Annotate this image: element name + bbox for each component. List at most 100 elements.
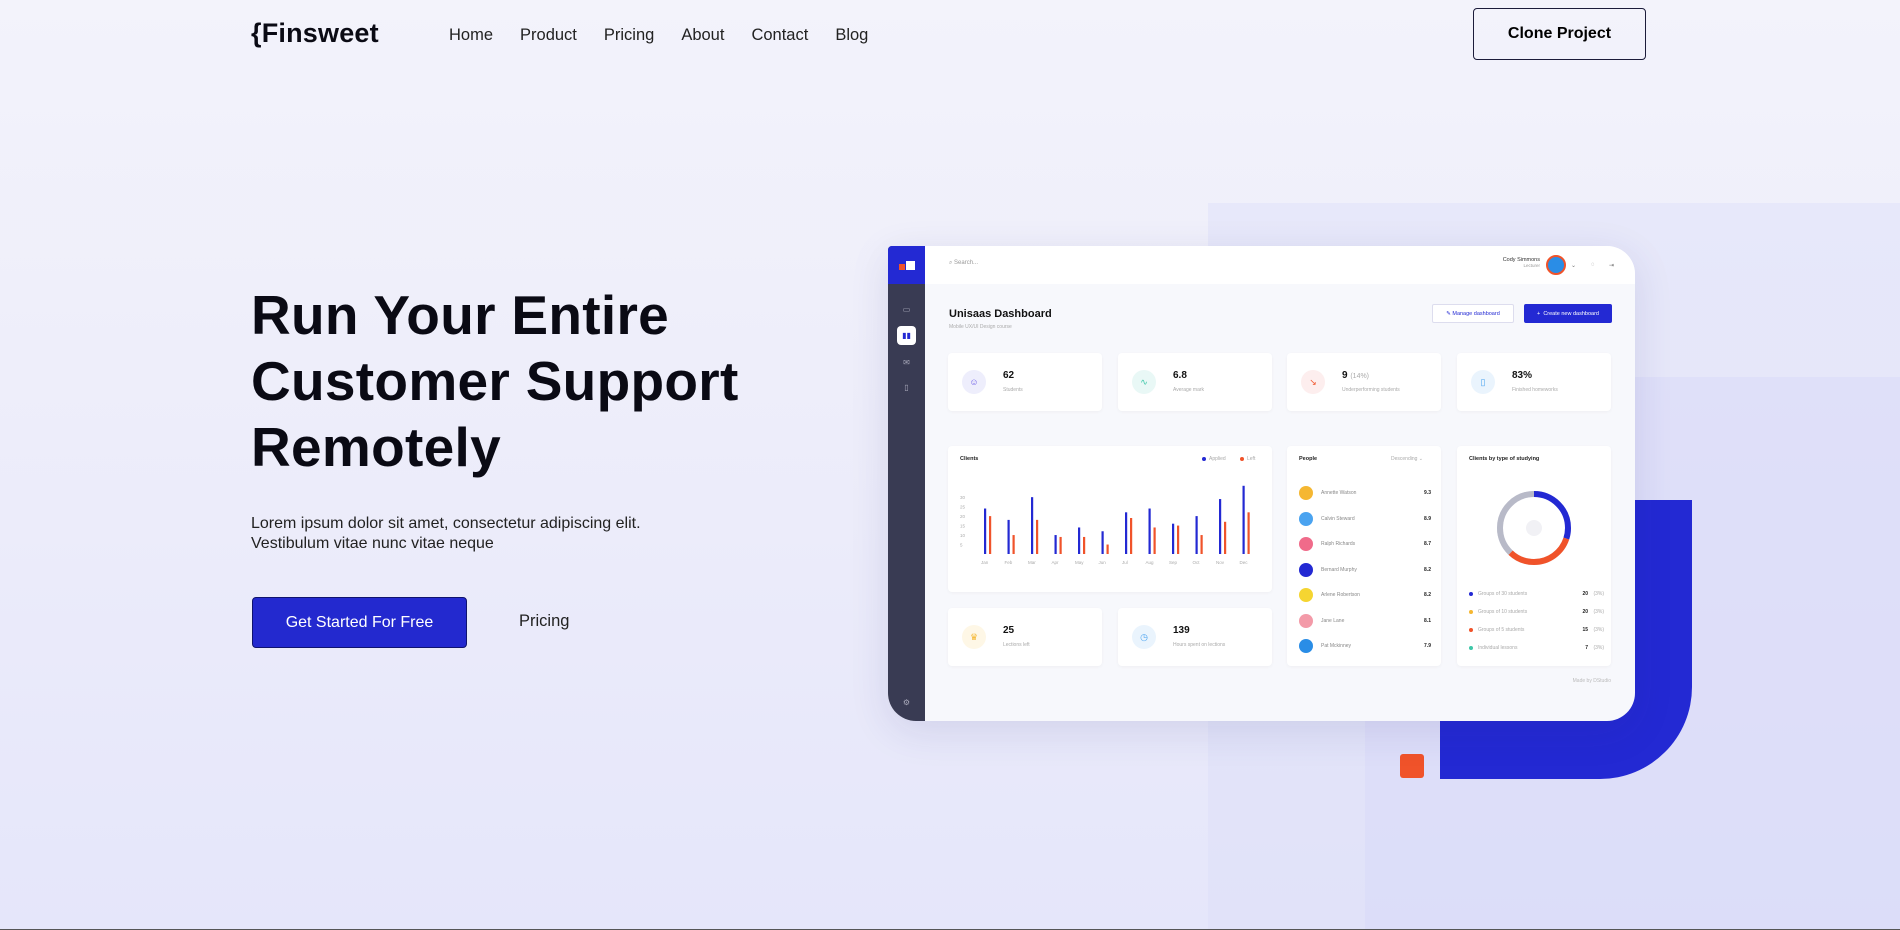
- create-dashboard-button[interactable]: + Create new dashboard: [1524, 304, 1612, 323]
- people-row[interactable]: Pat Mckinney 7.9: [1299, 639, 1431, 655]
- person-score: 8.2: [1424, 592, 1431, 598]
- person-score: 9.3: [1424, 490, 1431, 496]
- stat-card: ◷ 139 Hours spent on lections: [1118, 608, 1272, 666]
- settings-icon[interactable]: ⚙: [897, 693, 916, 712]
- hero-title-line: Customer Support: [251, 350, 739, 412]
- stat-label: Underperforming students: [1342, 387, 1400, 393]
- type-count: 20: [1582, 609, 1588, 615]
- bar-left: [1083, 536, 1086, 554]
- hero-title-line: Remotely: [251, 416, 501, 478]
- nav-pricing[interactable]: Pricing: [604, 26, 654, 45]
- bar-applied: [1101, 531, 1104, 554]
- dashboard-sidebar: ▭ ▮▮ ✉ ▯ ⚙: [888, 246, 925, 721]
- type-label: Groups of 30 students: [1478, 591, 1528, 597]
- type-unit: (3%): [1593, 627, 1604, 633]
- manage-dashboard-button[interactable]: ✎ Manage dashboard: [1432, 304, 1514, 323]
- people-row[interactable]: Bernard Murphy 8.2: [1299, 562, 1431, 579]
- bar-applied: [1195, 516, 1198, 554]
- stat-percent: (14%): [1350, 373, 1370, 380]
- bar-applied: [1054, 535, 1057, 554]
- nav-home[interactable]: Home: [449, 26, 493, 45]
- main-nav: Home Product Pricing About Contact Blog: [449, 26, 895, 45]
- avatar[interactable]: [1546, 255, 1566, 275]
- graduation-icon: [1526, 520, 1542, 536]
- person-score: 8.2: [1424, 566, 1431, 573]
- bar-left: [1012, 535, 1015, 554]
- sort-label: Descending: [1391, 456, 1418, 462]
- nav-about[interactable]: About: [681, 26, 724, 45]
- hero-title: Run Your Entire Customer Support Remotel…: [251, 282, 739, 480]
- trend-down-icon: ↘: [1301, 370, 1325, 394]
- y-tick-label: 10: [960, 533, 966, 538]
- user-info: Cody Simmons Lecturer: [1475, 257, 1540, 268]
- logo[interactable]: {Finsweet: [251, 18, 379, 49]
- stat-value: 62: [1003, 370, 1015, 381]
- people-row[interactable]: Jane Lane 8.1: [1299, 613, 1431, 630]
- nav-blog[interactable]: Blog: [835, 26, 868, 45]
- stat-card: ☺ 62 Students: [948, 353, 1102, 411]
- bar-left: [1177, 525, 1180, 554]
- clone-project-button[interactable]: Clone Project: [1473, 8, 1646, 60]
- person-name: Pat Mckinney: [1321, 643, 1352, 649]
- avatar: [1299, 537, 1313, 551]
- nav-product[interactable]: Product: [520, 26, 577, 45]
- create-dashboard-label: Create new dashboard: [1543, 310, 1599, 317]
- book-icon: ▯: [1471, 370, 1495, 394]
- dashboard-subtitle: Mobile UX/UI Design course: [949, 324, 1012, 330]
- chevron-down-icon: ⌄: [1418, 456, 1423, 462]
- x-tick-label: Sep: [1169, 560, 1178, 565]
- avatar: [1299, 613, 1313, 628]
- dashboard-topbar: ⌕ Search... Cody Simmons Lecturer ⌄ ◌ ⇥: [925, 246, 1635, 284]
- person-name: Jane Lane: [1321, 617, 1345, 624]
- stat-card: ↘ 9 (14%) Underperforming students: [1287, 353, 1441, 411]
- bar-left: [1200, 535, 1203, 554]
- bar-applied: [1219, 499, 1222, 554]
- type-row: Groups of 5 students 15 (3%): [1469, 627, 1604, 637]
- x-tick-label: May: [1075, 560, 1084, 565]
- people-row[interactable]: Arlene Robertson 8.2: [1299, 588, 1431, 604]
- bar-left: [989, 516, 992, 554]
- card-title: Clients by type of studying: [1469, 456, 1540, 462]
- y-tick-label: 5: [960, 543, 963, 548]
- pricing-link[interactable]: Pricing: [519, 612, 569, 631]
- card-title: People: [1299, 456, 1318, 462]
- stat-value: 83%: [1512, 370, 1533, 381]
- people-row[interactable]: Ralph Richards 8.7: [1299, 537, 1431, 553]
- stat-value: 9 (14%): [1342, 370, 1369, 381]
- search-input[interactable]: ⌕ Search...: [949, 260, 978, 267]
- person-score: 8.9: [1424, 515, 1431, 522]
- trophy-icon: ♛: [962, 625, 986, 649]
- y-tick-label: 15: [960, 524, 966, 529]
- avatar: [1299, 562, 1313, 577]
- mail-icon[interactable]: ✉: [897, 353, 916, 372]
- stat-value: 6.8: [1173, 370, 1187, 381]
- nav-contact[interactable]: Contact: [751, 26, 808, 45]
- document-icon[interactable]: ▯: [897, 378, 916, 397]
- folder-icon[interactable]: ▭: [897, 300, 916, 319]
- clock-icon: ◷: [1132, 625, 1156, 649]
- stat-label: Average mark: [1173, 387, 1205, 393]
- people-row[interactable]: Calvin Steward 8.9: [1299, 511, 1431, 528]
- x-tick-label: Jan: [981, 560, 989, 565]
- notification-icon[interactable]: ◌: [1591, 262, 1595, 268]
- trend-icon: ∿: [1132, 370, 1156, 394]
- stat-number: 9: [1342, 370, 1348, 381]
- legend-label: Left: [1247, 456, 1256, 462]
- x-tick-label: Feb: [1005, 560, 1013, 565]
- hero-subtitle: Lorem ipsum dolor sit amet, consectetur …: [251, 514, 641, 554]
- sort-dropdown[interactable]: Descending ⌄: [1391, 456, 1423, 462]
- chevron-down-icon[interactable]: ⌄: [1571, 262, 1576, 269]
- bar-applied: [984, 508, 987, 554]
- chart-icon[interactable]: ▮▮: [897, 326, 916, 345]
- logout-icon[interactable]: ⇥: [1609, 262, 1614, 269]
- people-row[interactable]: Annette Watson 9.3: [1299, 486, 1431, 502]
- bar-left: [1059, 536, 1062, 554]
- type-unit: (3%): [1593, 645, 1604, 651]
- stat-label: Finished homeworks: [1512, 387, 1558, 393]
- stat-card: ▯ 83% Finished homeworks: [1457, 353, 1611, 411]
- dashboard-title: Unisaas Dashboard: [949, 308, 1052, 320]
- type-label: Groups of 10 students: [1478, 609, 1528, 615]
- x-tick-label: Oct: [1193, 560, 1201, 565]
- x-tick-label: Apr: [1052, 560, 1060, 565]
- get-started-button[interactable]: Get Started For Free: [252, 597, 467, 648]
